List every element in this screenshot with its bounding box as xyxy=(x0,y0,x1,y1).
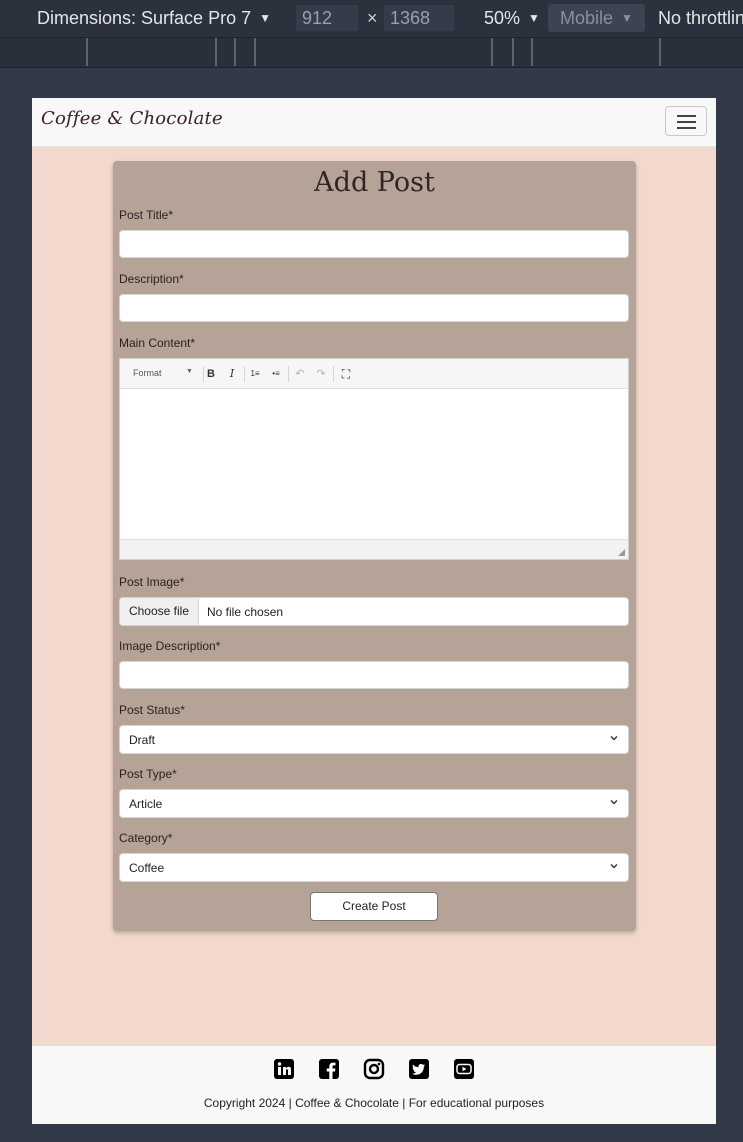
format-dropdown[interactable]: Format xyxy=(133,368,162,378)
category-select[interactable]: Coffee xyxy=(119,853,629,882)
device-dimensions-dropdown[interactable]: Dimensions: Surface Pro 7 ▼ xyxy=(37,8,271,29)
media-query-marker[interactable] xyxy=(659,38,661,66)
image-description-input[interactable] xyxy=(119,661,629,689)
toolbar-divider xyxy=(333,366,334,382)
file-status-text: No file chosen xyxy=(207,605,284,619)
navbar-toggler-button[interactable] xyxy=(665,106,707,136)
throttling-dropdown[interactable]: No throttling xyxy=(658,8,743,29)
description-input[interactable] xyxy=(119,294,629,322)
copyright-text: Copyright 2024 | Coffee & Chocolate | Fo… xyxy=(203,1096,545,1110)
post-type-select[interactable]: Article xyxy=(119,789,629,818)
media-query-marker[interactable] xyxy=(254,38,256,66)
device-type-value: Mobile xyxy=(560,8,614,28)
dropdown-caret-icon: ▼ xyxy=(259,11,271,25)
navbar: Coffee & Chocolate xyxy=(32,98,716,147)
devtools-toolbar: Dimensions: Surface Pro 7 ▼ 912 × 1368 50… xyxy=(0,0,743,38)
create-post-button[interactable]: Create Post xyxy=(310,892,438,921)
post-image-label: Post Image* xyxy=(119,575,185,589)
choose-file-button[interactable]: Choose file xyxy=(120,598,199,625)
dropdown-caret-icon: ▼ xyxy=(621,11,633,25)
chevron-down-icon xyxy=(610,800,618,805)
ordered-list-icon[interactable]: 1≡ xyxy=(247,366,263,382)
italic-button[interactable]: I xyxy=(224,366,240,382)
width-input[interactable]: 912 xyxy=(296,5,358,31)
description-label: Description* xyxy=(119,272,184,286)
toolbar-divider xyxy=(244,366,245,382)
category-value: Coffee xyxy=(129,861,165,875)
toolbar-divider xyxy=(288,366,289,382)
category-label: Category* xyxy=(119,831,173,845)
post-type-value: Article xyxy=(129,797,163,811)
media-query-marker[interactable] xyxy=(234,38,236,66)
zoom-value: 50% xyxy=(484,8,521,28)
facebook-icon[interactable] xyxy=(318,1058,340,1080)
page-title: Add Post xyxy=(314,167,435,198)
bullet-list-icon[interactable]: •≡ xyxy=(268,366,284,382)
media-query-marker[interactable] xyxy=(491,38,493,66)
post-status-label: Post Status* xyxy=(119,703,186,717)
hamburger-icon-line xyxy=(677,121,696,123)
height-input[interactable]: 1368 xyxy=(384,5,454,31)
twitter-icon[interactable] xyxy=(408,1058,430,1080)
post-status-value: Draft xyxy=(129,733,156,747)
editor-statusbar xyxy=(120,539,628,559)
chevron-down-icon xyxy=(610,864,618,869)
media-query-marker[interactable] xyxy=(86,38,88,66)
hamburger-icon-line xyxy=(677,127,696,129)
chevron-down-icon xyxy=(610,736,618,741)
media-query-marker[interactable] xyxy=(531,38,533,66)
hamburger-icon xyxy=(677,115,696,117)
main-content-label: Main Content* xyxy=(119,336,196,350)
resize-handle-icon[interactable] xyxy=(618,549,625,556)
post-type-label: Post Type* xyxy=(119,767,177,781)
media-query-marker[interactable] xyxy=(512,38,514,66)
post-title-label: Post Title* xyxy=(119,208,174,222)
editor-toolbar: Format ▼ B I 1≡ •≡ ↶ ↷ ⛶ xyxy=(120,359,628,389)
post-status-select[interactable]: Draft xyxy=(119,725,629,754)
media-query-marker[interactable] xyxy=(215,38,217,66)
device-type-dropdown[interactable]: Mobile ▼ xyxy=(548,4,645,32)
image-description-label: Image Description* xyxy=(119,639,221,653)
times-icon: × xyxy=(367,8,378,28)
dropdown-caret-icon: ▼ xyxy=(186,368,193,375)
post-title-input[interactable] xyxy=(119,230,629,258)
zoom-dropdown[interactable]: 50% ▼ xyxy=(484,8,540,29)
instagram-icon[interactable] xyxy=(363,1058,385,1080)
youtube-icon[interactable] xyxy=(453,1058,475,1080)
dropdown-caret-icon: ▼ xyxy=(528,11,540,25)
footer: Copyright 2024 | Coffee & Chocolate | Fo… xyxy=(32,1046,716,1124)
post-image-file-input[interactable]: Choose file No file chosen xyxy=(119,597,629,626)
rich-text-editor: Format ▼ B I 1≡ •≡ ↶ ↷ ⛶ xyxy=(119,358,629,560)
linkedin-icon[interactable] xyxy=(273,1058,295,1080)
device-label: Dimensions: Surface Pro 7 xyxy=(37,8,252,28)
media-query-bar xyxy=(0,38,743,68)
add-post-card: Add Post Post Title* Description* Main C… xyxy=(113,161,636,931)
bold-button[interactable]: B xyxy=(203,366,219,382)
brand-logo[interactable]: Coffee & Chocolate xyxy=(41,108,223,129)
undo-icon[interactable]: ↶ xyxy=(292,366,308,382)
fullscreen-icon[interactable]: ⛶ xyxy=(338,366,354,382)
device-viewport: Coffee & Chocolate Add Post Post Title* … xyxy=(32,98,716,1124)
redo-icon[interactable]: ↷ xyxy=(313,366,329,382)
